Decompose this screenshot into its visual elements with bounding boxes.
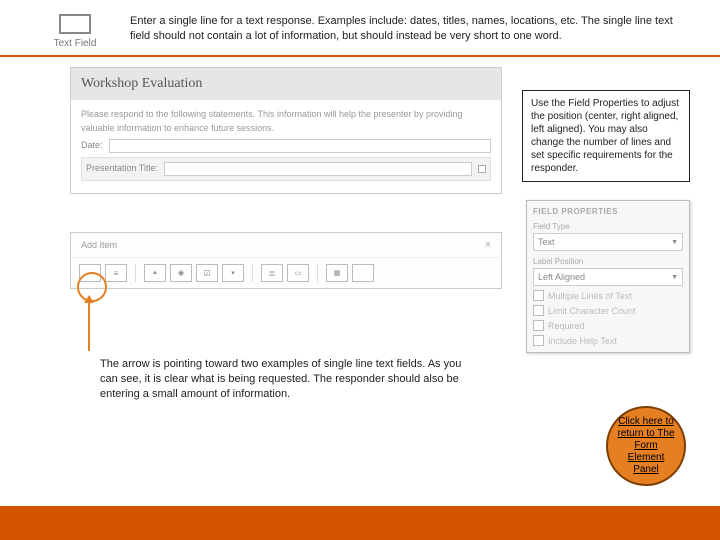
section-tool-icon[interactable]	[287, 264, 309, 282]
list-tool-icon[interactable]	[261, 264, 283, 282]
textfield-icon	[59, 14, 91, 34]
form-intro: Please respond to the following statemen…	[81, 108, 491, 135]
checkbox-icon	[533, 320, 544, 331]
field-type-label: Field Type	[533, 222, 683, 231]
multiline-checkbox[interactable]: Multiple Lines of Text	[533, 290, 683, 301]
paragraph-tool-icon[interactable]	[105, 264, 127, 282]
presentation-title-input[interactable]	[164, 162, 472, 176]
main-area: Workshop Evaluation Please respond to th…	[0, 57, 720, 67]
textfield-icon-block: Text Field	[30, 14, 120, 49]
form-preview: Workshop Evaluation Please respond to th…	[70, 67, 502, 194]
limit-chars-checkbox[interactable]: Limit Character Count	[533, 305, 683, 316]
close-icon[interactable]: ×	[485, 239, 491, 251]
grid-tool-icon[interactable]	[326, 264, 348, 282]
help-text-label: Include Help Text	[548, 336, 617, 346]
callout-text: Use the Field Properties to adjust the p…	[531, 98, 679, 174]
return-link-button[interactable]: Click here to return to The Form Element…	[606, 406, 686, 486]
field-properties-panel: FIELD PROPERTIES Field Type Text ▼ Label…	[526, 200, 690, 353]
add-item-label: Add Item	[81, 240, 117, 250]
checkbox-icon	[533, 335, 544, 346]
form-title: Workshop Evaluation	[71, 68, 501, 100]
field-type-value: Text	[538, 237, 555, 247]
field-type-select[interactable]: Text ▼	[533, 233, 683, 251]
label-position-select[interactable]: Left Aligned ▼	[533, 268, 683, 286]
date-input[interactable]	[109, 139, 491, 153]
image-tool-icon[interactable]	[144, 264, 166, 282]
required-label: Required	[548, 321, 585, 331]
callout-box: Use the Field Properties to adjust the p…	[522, 90, 690, 182]
return-link-text: Click here to return to The Form Element…	[616, 416, 676, 476]
add-item-toolbar: Add Item ×	[70, 232, 502, 289]
help-text-checkbox[interactable]: Include Help Text	[533, 335, 683, 346]
checkbox-icon	[533, 305, 544, 316]
textfield-icon-label: Text Field	[30, 38, 120, 49]
separator-icon	[252, 264, 253, 282]
misc-tool-icon[interactable]	[352, 264, 374, 282]
required-checkbox[interactable]: Required	[533, 320, 683, 331]
chevron-down-icon: ▼	[671, 239, 678, 246]
arrow-caption: The arrow is pointing toward two example…	[100, 357, 470, 402]
label-position-label: Label Position	[533, 257, 683, 266]
separator-icon	[135, 264, 136, 282]
date-label: Date:	[81, 139, 103, 153]
separator-icon	[317, 264, 318, 282]
limit-chars-label: Limit Character Count	[548, 306, 636, 316]
label-position-value: Left Aligned	[538, 272, 585, 282]
checkbox-icon	[533, 290, 544, 301]
radio-tool-icon[interactable]	[170, 264, 192, 282]
header-description: Enter a single line for a text response.…	[120, 14, 690, 44]
chevron-down-icon: ▼	[671, 274, 678, 281]
checkbox-tool-icon[interactable]	[196, 264, 218, 282]
properties-header: FIELD PROPERTIES	[533, 207, 683, 216]
arrow-up-icon	[88, 301, 90, 351]
multiline-label: Multiple Lines of Text	[548, 291, 632, 301]
header-row: Text Field Enter a single line for a tex…	[0, 0, 720, 57]
presentation-title-label: Presentation Title:	[86, 162, 158, 176]
dropdown-tool-icon[interactable]	[222, 264, 244, 282]
field-handle-icon[interactable]	[478, 165, 486, 173]
footer-bar	[0, 506, 720, 540]
